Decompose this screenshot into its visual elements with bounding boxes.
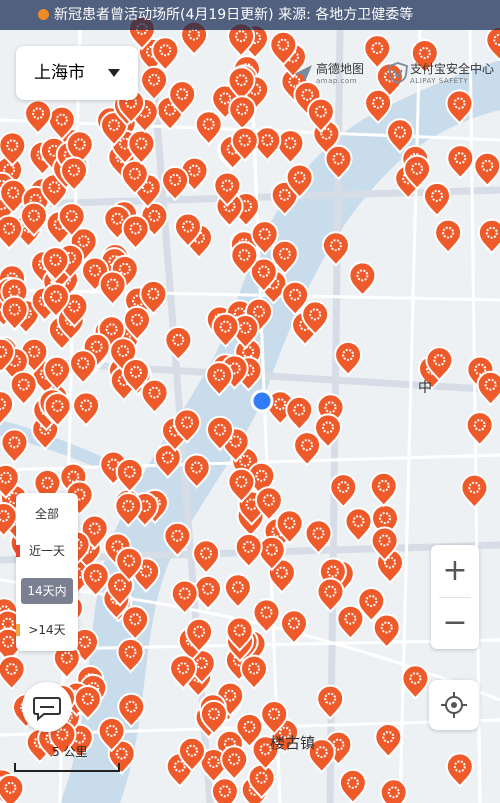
map-canvas[interactable]: 中 楼古镇 [0, 0, 500, 803]
locate-icon [441, 692, 467, 718]
case-marker-pin-icon[interactable] [379, 778, 408, 803]
shield-icon [388, 62, 408, 84]
user-location-dot [250, 389, 274, 413]
alipay-sub: ALIPAY SAFETY [410, 77, 469, 85]
chat-icon [33, 697, 61, 722]
filter-last-day-label: 近一天 [28, 544, 65, 558]
amap-logo-icon [294, 65, 312, 82]
banner-text: 新冠患者曾活动场所(4月19日更新) 来源: 各地方卫健委等 [54, 7, 414, 23]
time-filter-legend: 全部 近一天 14天内 >14天 [16, 493, 78, 651]
city-selector[interactable]: 上海市 [16, 46, 138, 100]
filter-all-label: 全部 [34, 507, 59, 521]
plus-icon: + [442, 553, 468, 588]
amap-domain: amap.com [316, 77, 358, 85]
caret-down-icon [108, 69, 120, 77]
amap-name: 高德地图 [316, 62, 365, 76]
place-label-town: 楼古镇 [270, 734, 315, 752]
filter-all[interactable]: 全部 [16, 501, 78, 527]
filter-over-14-label: >14天 [28, 623, 66, 637]
case-marker-pin-icon[interactable] [0, 773, 25, 803]
chat-button[interactable] [22, 682, 72, 732]
banner-dot-icon [38, 9, 49, 20]
filter-14-days-label: 14天内 [27, 584, 67, 598]
locate-button[interactable] [429, 680, 479, 730]
filter-14-days[interactable]: 14天内 [21, 578, 73, 604]
scale-line [14, 763, 120, 772]
zoom-in-button[interactable]: + [431, 545, 479, 597]
zoom-out-button[interactable]: − [431, 597, 479, 649]
case-marker-pin-icon[interactable] [210, 777, 239, 803]
place-label-zhong: 中 [418, 380, 432, 396]
filter-last-day[interactable]: 近一天 [16, 538, 78, 564]
alipay-name: 支付宝安全中心 [410, 62, 495, 76]
filter-over-14-days[interactable]: >14天 [16, 617, 78, 643]
scale-bar: 5 公里 [14, 743, 124, 773]
scale-label: 5 公里 [52, 745, 88, 759]
update-banner: 新冠患者曾活动场所(4月19日更新) 来源: 各地方卫健委等 [0, 0, 500, 30]
minus-icon: − [442, 605, 468, 640]
zoom-controls: + − [431, 545, 479, 649]
last-day-color-mark [16, 545, 20, 557]
over-14-color-mark [16, 624, 20, 636]
city-label: 上海市 [34, 63, 85, 83]
